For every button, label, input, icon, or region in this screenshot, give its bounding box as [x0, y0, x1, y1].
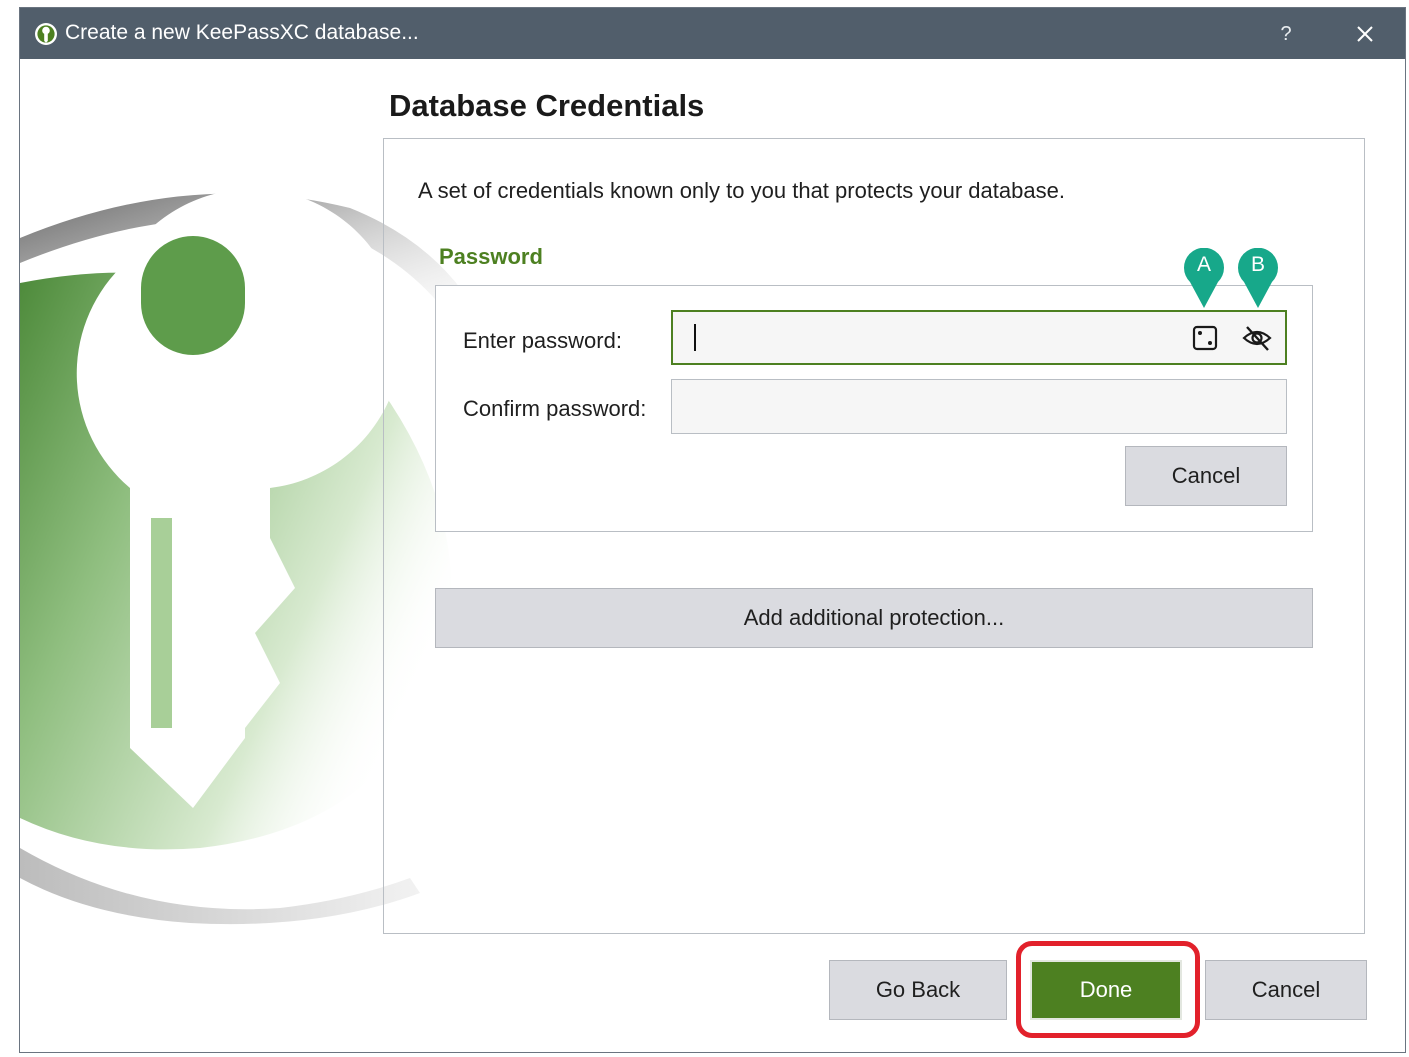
close-icon[interactable] — [1350, 19, 1380, 49]
dice-icon[interactable] — [1188, 321, 1222, 355]
text-caret — [694, 324, 696, 351]
enter-password-label: Enter password: — [463, 328, 622, 353]
window-title: Create a new KeePassXC database... — [65, 21, 419, 44]
annotation-marker-b-label: B — [1250, 253, 1265, 276]
page-title: Database Credentials — [389, 88, 705, 123]
confirm-password-label: Confirm password: — [463, 396, 647, 421]
add-additional-protection-button[interactable]: Add additional protection... — [435, 588, 1313, 648]
password-group-title: Password — [439, 244, 543, 269]
annotation-marker-a-label: A — [1196, 253, 1211, 276]
create-database-dialog: Create a new KeePassXC database... ? Dat… — [19, 7, 1406, 1053]
annotation-marker-b: B — [1236, 247, 1280, 308]
eye-slash-icon[interactable] — [1240, 321, 1274, 355]
cancel-button[interactable]: Cancel — [1205, 960, 1367, 1020]
keepassxc-logo-icon — [35, 23, 57, 45]
confirm-password-input[interactable] — [671, 379, 1287, 434]
credentials-description: A set of credentials known only to you t… — [418, 178, 1065, 203]
done-highlight-annotation — [1016, 941, 1200, 1038]
go-back-button[interactable]: Go Back — [829, 960, 1007, 1020]
annotation-marker-a: A — [1182, 247, 1226, 308]
help-button[interactable]: ? — [1272, 20, 1300, 48]
password-cancel-button[interactable]: Cancel — [1125, 446, 1287, 506]
title-bar: Create a new KeePassXC database... ? — [20, 8, 1405, 59]
